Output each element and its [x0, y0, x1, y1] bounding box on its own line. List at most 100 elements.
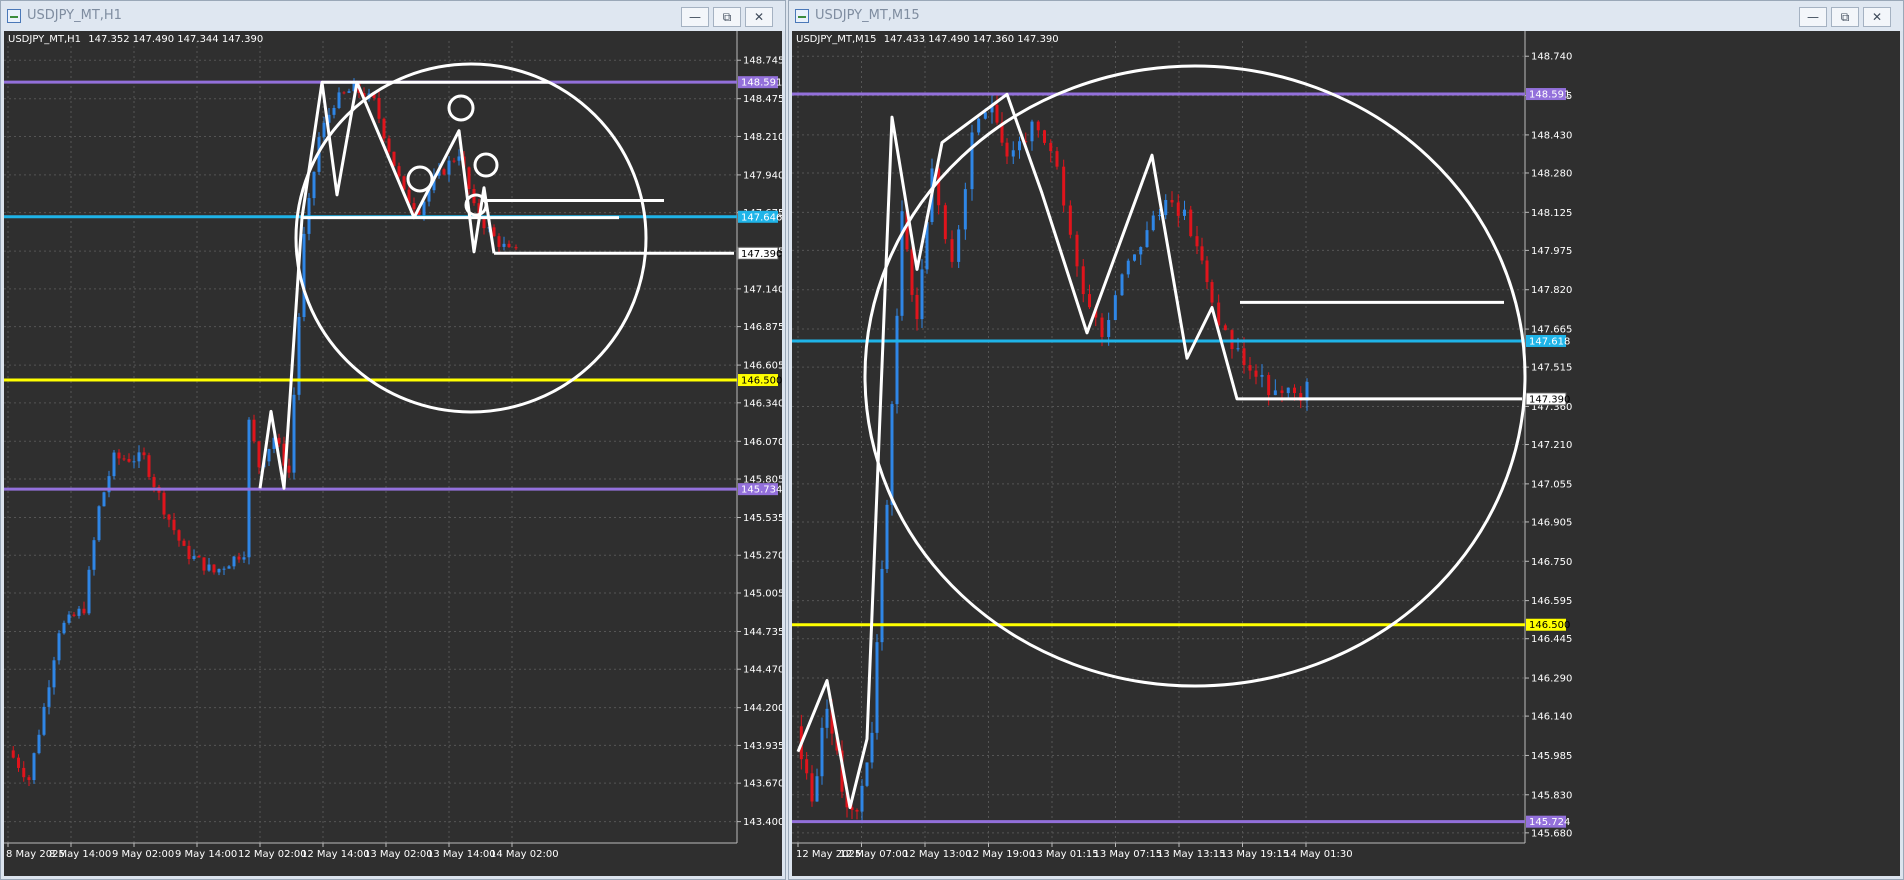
- close-button[interactable]: ✕: [745, 7, 773, 27]
- candle-body: [97, 506, 101, 541]
- candle-body: [47, 687, 51, 707]
- candle-body: [865, 762, 869, 786]
- price-level-label: 147.646: [741, 212, 782, 223]
- x-tick-label: 13 May 01:15: [1030, 849, 1099, 860]
- candle-body: [1055, 151, 1059, 167]
- candle-body: [92, 540, 96, 570]
- candle-body: [27, 777, 31, 781]
- candle-body: [492, 227, 496, 237]
- candle-body: [227, 566, 231, 569]
- candle-body: [1133, 254, 1136, 261]
- candle-body: [983, 112, 987, 119]
- title-bar[interactable]: USDJPY_MT,M15 — ⧉ ✕: [789, 1, 1903, 31]
- price-level-label: 148.591: [1529, 90, 1570, 101]
- y-tick-label: 143.400: [743, 817, 782, 828]
- candle-body: [11, 750, 15, 758]
- candle-body: [920, 269, 924, 320]
- candle-body: [1011, 150, 1015, 157]
- x-tick-label: 14 May 02:00: [490, 849, 559, 860]
- ohlc-values: 147.352 147.490 147.344 147.390: [88, 34, 264, 45]
- y-tick-label: 144.200: [743, 703, 782, 714]
- candle-body: [172, 519, 176, 531]
- candle-body: [502, 243, 506, 247]
- chart-canvas[interactable]: 148.740148.585148.430148.280148.125147.9…: [792, 31, 1900, 876]
- candle-body: [1151, 215, 1155, 231]
- candle-body: [1273, 390, 1277, 396]
- y-tick-label: 147.665: [1531, 325, 1572, 336]
- candle-body: [1248, 365, 1252, 371]
- candle-body: [277, 437, 281, 444]
- y-tick-label: 145.535: [743, 513, 782, 524]
- x-tick-label: 13 May 14:00: [427, 849, 496, 860]
- candle-body: [452, 160, 456, 162]
- y-tick-label: 144.470: [743, 665, 782, 676]
- y-tick-label: 147.055: [1531, 479, 1572, 490]
- candle-body: [870, 732, 874, 763]
- minimize-button[interactable]: —: [1799, 7, 1827, 27]
- y-tick-label: 147.940: [743, 170, 782, 181]
- y-tick-label: 145.985: [1531, 751, 1572, 762]
- candle-body: [152, 476, 156, 487]
- candle-body: [302, 233, 306, 318]
- symbol-timeframe: USDJPY_MT,H1: [8, 34, 82, 45]
- price-chart[interactable]: 148.740148.585148.430148.280148.125147.9…: [792, 31, 1900, 876]
- y-tick-label: 147.975: [1531, 246, 1572, 257]
- y-tick-label: 148.210: [743, 132, 782, 143]
- chart-window-m15[interactable]: USDJPY_MT,M15 — ⧉ ✕ 148.740148.585148.43…: [788, 0, 1904, 880]
- y-tick-label: 145.270: [743, 551, 782, 562]
- candle-body: [855, 809, 859, 812]
- candle-body: [447, 160, 451, 175]
- candle-body: [895, 315, 899, 405]
- y-tick-label: 146.070: [743, 437, 782, 448]
- x-tick-label: 12 May 02:00: [238, 849, 307, 860]
- y-tick-label: 146.875: [743, 322, 782, 333]
- circle-drawing: [473, 152, 499, 178]
- candle-body: [1236, 348, 1240, 350]
- candle-body: [820, 727, 824, 777]
- title-bar[interactable]: USDJPY_MT,H1 — ⧉ ✕: [1, 1, 785, 31]
- price-level-label: 147.390: [1529, 394, 1570, 405]
- close-button[interactable]: ✕: [1863, 7, 1891, 27]
- x-tick-label: 9 May 02:00: [112, 849, 174, 860]
- x-tick-label: 12 May 13:00: [903, 849, 972, 860]
- candle-body: [347, 91, 351, 93]
- candle-body: [1267, 375, 1271, 396]
- candle-body: [312, 171, 316, 199]
- candle-body: [137, 452, 141, 462]
- candle-body: [514, 247, 518, 249]
- circle-drawing: [406, 165, 434, 193]
- candle-body: [860, 785, 864, 812]
- candle-body: [457, 156, 461, 161]
- restore-button[interactable]: ⧉: [1831, 7, 1859, 27]
- candle-body: [1223, 325, 1227, 331]
- candle-body: [337, 92, 341, 109]
- candle-body: [77, 608, 81, 616]
- candle-body: [242, 557, 246, 560]
- price-level-label: 145.734: [741, 485, 782, 496]
- candle-body: [1195, 236, 1199, 247]
- x-tick-label: 12 May 19:00: [967, 849, 1036, 860]
- candle-body: [1030, 121, 1034, 142]
- y-tick-label: 146.905: [1531, 517, 1572, 528]
- y-tick-label: 147.820: [1531, 285, 1572, 296]
- candle-body: [825, 708, 829, 728]
- candle-body: [875, 642, 879, 733]
- x-tick-label: 13 May 19:15: [1221, 849, 1290, 860]
- y-tick-label: 148.430: [1531, 130, 1572, 141]
- candle-body: [207, 564, 211, 571]
- minimize-button[interactable]: —: [681, 7, 709, 27]
- candle-body: [322, 122, 326, 138]
- chart-canvas[interactable]: 148.745148.475148.210147.940147.675147.4…: [4, 31, 782, 876]
- chart-window-h1[interactable]: USDJPY_MT,H1 — ⧉ ✕ 148.745 148.475 148.210…: [0, 0, 786, 880]
- candle-body: [467, 167, 471, 190]
- y-tick-label: 147.515: [1531, 363, 1572, 374]
- x-tick-label: 12 May 14:00: [301, 849, 370, 860]
- price-level-label: 146.500: [1529, 620, 1570, 631]
- candle-body: [72, 614, 76, 616]
- y-tick-label: 146.445: [1531, 634, 1572, 645]
- candle-body: [815, 776, 819, 802]
- candle-body: [1260, 375, 1264, 377]
- y-tick-label: 148.745: [743, 56, 782, 67]
- restore-button[interactable]: ⧉: [713, 7, 741, 27]
- price-chart[interactable]: 148.745148.475148.210147.940147.675147.4…: [4, 31, 782, 876]
